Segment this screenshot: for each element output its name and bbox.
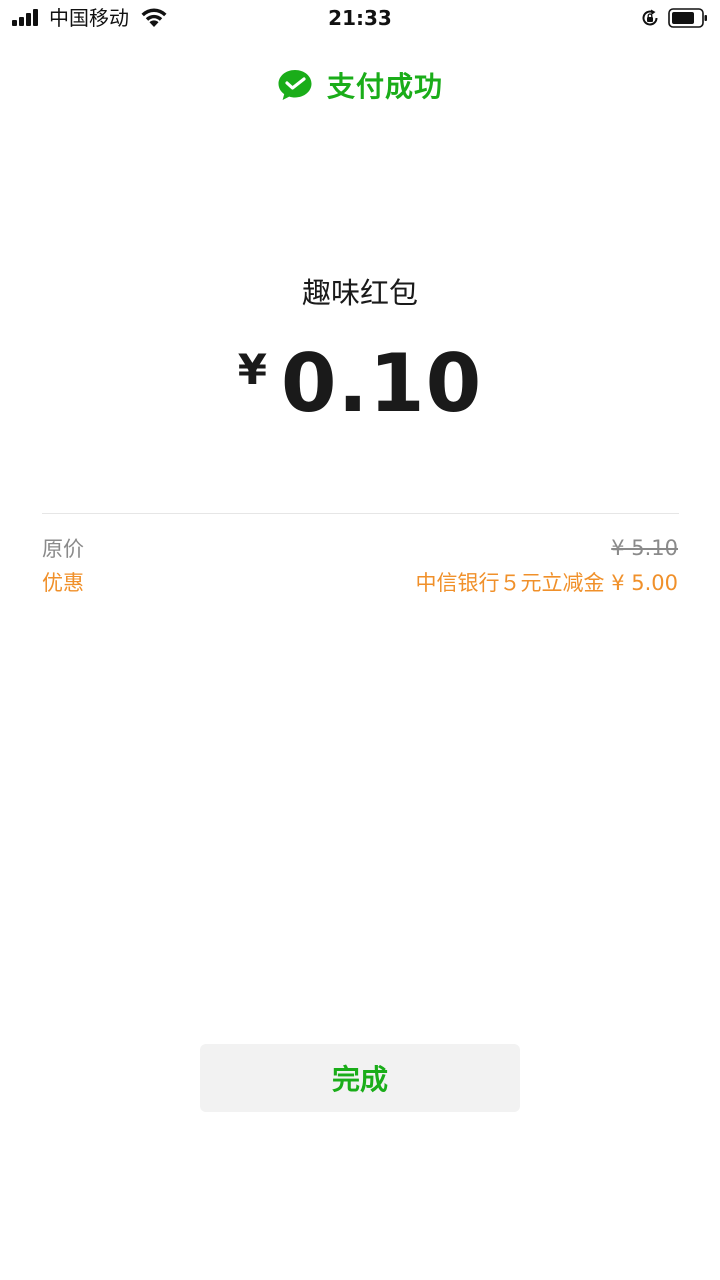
payment-success-screen: 中国移动 21:33 支付成功 趣味红包 ¥ 0.10 原价 ¥ 5.10 优惠… — [0, 0, 720, 1280]
battery-icon — [668, 8, 707, 28]
done-button[interactable]: 完成 — [200, 1044, 520, 1112]
merchant-name: 趣味红包 — [301, 276, 418, 310]
original-price-value: ¥ 5.10 — [611, 536, 678, 560]
original-price-label: 原价 — [42, 537, 84, 561]
amount-value: 0.10 — [280, 337, 483, 430]
rotation-lock-icon — [642, 9, 658, 26]
discount-label: 优惠 — [42, 571, 84, 595]
discount-row: 优惠 中信银行５元立减金 ¥ 5.00 — [42, 567, 678, 597]
status-bar: 中国移动 21:33 — [0, 0, 720, 38]
page-header: 支付成功 — [0, 64, 720, 106]
original-price-row: 原价 ¥ 5.10 — [42, 533, 678, 563]
status-time: 21:33 — [328, 6, 392, 30]
currency-symbol: ¥ — [237, 345, 267, 394]
wechat-pay-icon — [278, 70, 312, 100]
paid-amount: ¥ 0.10 — [0, 340, 720, 428]
discount-value: 中信银行５元立减金 ¥ 5.00 — [415, 571, 678, 595]
page-title: 支付成功 — [326, 70, 443, 103]
divider — [42, 513, 679, 514]
